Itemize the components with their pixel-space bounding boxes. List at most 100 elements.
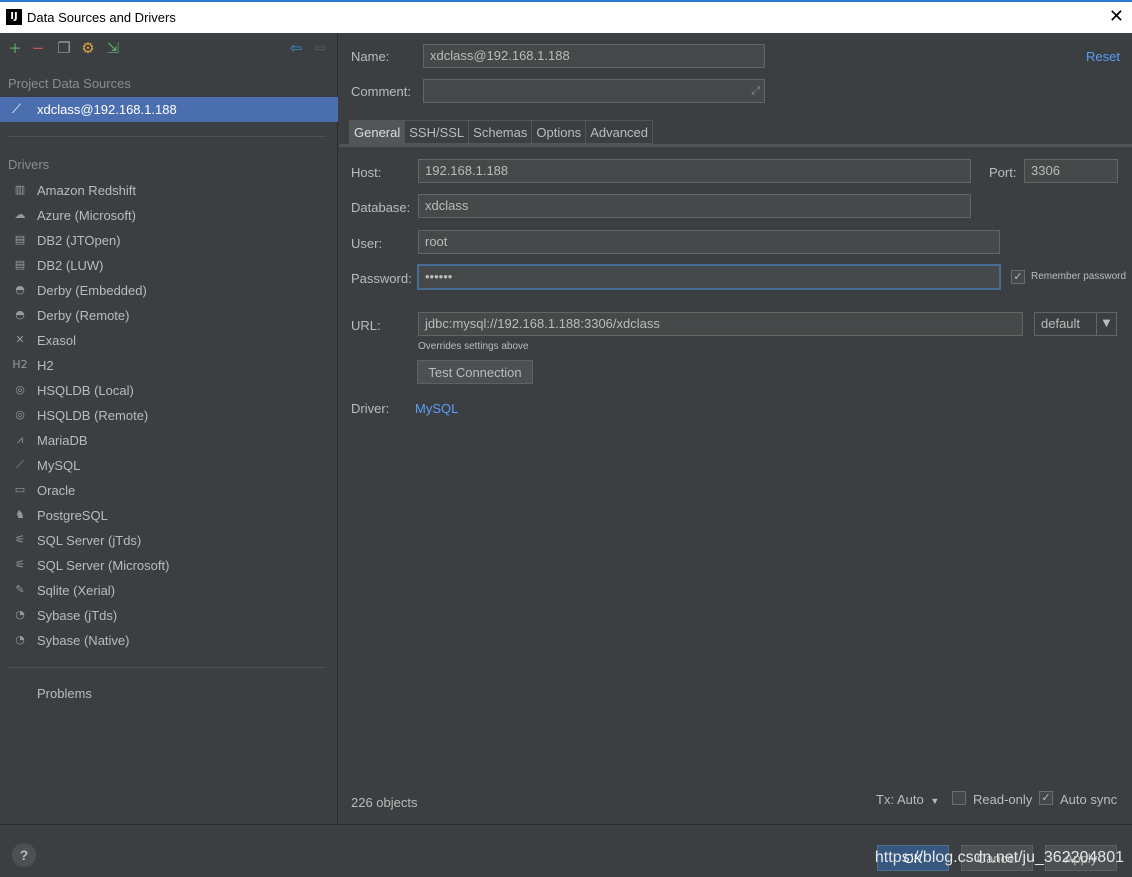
window-title: Data Sources and Drivers [27,10,176,25]
remove-icon[interactable]: − [30,40,46,56]
driver-item[interactable]: ◓ Derby (Embedded) [0,278,338,303]
redshift-icon: ▥ [14,183,26,196]
driver-label: DB2 (LUW) [37,258,104,273]
back-icon[interactable]: ⇦ [288,40,304,56]
driver-settings-icon[interactable]: ⚙ [80,40,96,56]
import-icon[interactable]: ⇲ [105,40,121,56]
driver-item[interactable]: ⚟ SQL Server (jTds) [0,528,338,553]
hsqldb-icon: ◎ [15,408,25,421]
drivers-list: ▥ Amazon Redshift ☁ Azure (Microsoft) ▤ DB2 (… [0,178,338,653]
driver-label: HSQLDB (Local) [37,383,134,398]
driver-item[interactable]: ⟋ MySQL [0,453,338,478]
drivers-heading: Drivers [8,157,50,172]
driver-item[interactable]: ▭ Oracle [0,478,338,503]
driver-item[interactable]: ⚟ SQL Server (Microsoft) [0,553,338,578]
driver-label: Sybase (Native) [37,633,130,648]
left-toolbar: + − ❐ ⚙ ⇲ ⇦ ⇨ [0,33,338,63]
password-label: Password: [351,271,412,286]
port-label: Port: [989,165,1017,180]
driver-label: SQL Server (Microsoft) [37,558,170,573]
url-input[interactable]: jdbc:mysql://192.168.1.188:3306/xdclass [418,312,1023,336]
driver-item[interactable]: ☁ Azure (Microsoft) [0,203,338,228]
h2-icon: H2 [12,358,28,371]
tab-schemas[interactable]: Schemas [469,120,533,144]
driver-item[interactable]: ▤ DB2 (LUW) [0,253,338,278]
expand-icon[interactable]: ⤢ [751,84,760,98]
driver-item[interactable]: ◔ Sybase (Native) [0,628,338,653]
remember-password-label: Remember password [1031,271,1127,282]
tab-underline [339,144,1132,147]
right-panel: Name: xdclass@192.168.1.188 Reset Commen… [339,33,1132,824]
ibm-db2-icon: ▤ [14,258,26,271]
read-only-checkbox[interactable] [952,791,966,805]
driver-item[interactable]: ▥ Amazon Redshift [0,178,338,203]
driver-item[interactable]: H2 H2 [0,353,338,378]
tx-mode-dropdown[interactable]: Tx: Auto ▼ [876,792,939,807]
driver-item[interactable]: ✕ Exasol [0,328,338,353]
tab-options[interactable]: Options [532,120,587,144]
auto-sync-checkbox[interactable]: ✓ [1039,791,1053,805]
read-only-label: Read-only [973,792,1033,807]
postgresql-icon: ♞ [15,508,25,521]
auto-sync-label: Auto sync [1060,792,1118,807]
driver-label: PostgreSQL [37,508,108,523]
database-input[interactable]: xdclass [418,194,971,218]
driver-label: Azure (Microsoft) [37,208,136,223]
driver-label: Derby (Embedded) [37,283,147,298]
sqlserver-icon: ⚟ [15,533,25,546]
data-source-label: xdclass@192.168.1.188 [37,102,177,117]
url-mode-select[interactable]: default ▼ [1034,312,1117,336]
tab-advanced[interactable]: Advanced [586,120,654,144]
sqlite-icon: ✎ [15,583,25,596]
port-input[interactable]: 3306 [1024,159,1118,183]
driver-item[interactable]: ◎ HSQLDB (Local) [0,378,338,403]
oracle-icon: ▭ [14,483,26,496]
derby-icon: ◓ [15,308,25,321]
driver-link[interactable]: MySQL [415,401,458,416]
driver-item[interactable]: ⩘ MariaDB [0,428,338,453]
driver-item[interactable]: ◓ Derby (Remote) [0,303,338,328]
forward-icon[interactable]: ⇨ [313,40,329,56]
driver-item[interactable]: ♞ PostgreSQL [0,503,338,528]
driver-label: HSQLDB (Remote) [37,408,149,423]
azure-icon: ☁ [14,208,26,221]
database-label: Database: [351,200,411,215]
driver-item[interactable]: ▤ DB2 (JTOpen) [0,228,338,253]
ibm-db2-icon: ▤ [14,233,26,246]
data-source-item[interactable]: ⟋ xdclass@192.168.1.188 [0,97,338,122]
help-icon[interactable]: ? [12,843,36,867]
test-connection-button[interactable]: Test Connection [417,360,533,384]
bottom-bar: ? OK Cancel Apply https://blog.csdn.net/… [0,824,1132,877]
mysql-icon: ⟋ [12,101,22,116]
remember-password-checkbox[interactable]: ✓ [1011,270,1025,284]
watermark-text: https://blog.csdn.net/ju_362204801 [874,849,1124,866]
host-input[interactable]: 192.168.1.188 [418,159,971,183]
driver-label: DB2 (JTOpen) [37,233,121,248]
tab-ssh-ssl[interactable]: SSH/SSL [405,120,470,144]
password-input[interactable]: •••••• [417,264,1001,290]
problems-item[interactable]: Problems [37,686,92,701]
comment-input[interactable]: ⤢ [423,79,765,103]
name-input[interactable]: xdclass@192.168.1.188 [423,44,765,68]
driver-item[interactable]: ◔ Sybase (jTds) [0,603,338,628]
overrides-note: Overrides settings above [418,341,529,352]
mariadb-icon: ⩘ [16,433,24,446]
intellij-icon: IJ [6,9,22,25]
name-label: Name: [351,49,390,64]
reset-link[interactable]: Reset [1086,49,1120,64]
driver-label: SQL Server (jTds) [37,533,142,548]
driver-item[interactable]: ◎ HSQLDB (Remote) [0,403,338,428]
driver-item[interactable]: ✎ Sqlite (Xerial) [0,578,338,603]
hsqldb-icon: ◎ [15,383,25,396]
left-panel: + − ❐ ⚙ ⇲ ⇦ ⇨ Project Data Sources ⟋ xdc… [0,33,338,824]
driver-label: Derby (Remote) [37,308,130,323]
close-icon[interactable]: ✕ [1109,6,1124,27]
url-mode-value: default [1041,316,1081,331]
chevron-down-icon: ▼ [930,796,940,806]
copy-icon[interactable]: ❐ [56,40,72,56]
user-input[interactable]: root [418,230,1000,254]
driver-label: Oracle [37,483,76,498]
add-icon[interactable]: + [7,40,23,56]
tab-general[interactable]: General [349,120,406,144]
driver-label: MySQL [37,458,81,473]
